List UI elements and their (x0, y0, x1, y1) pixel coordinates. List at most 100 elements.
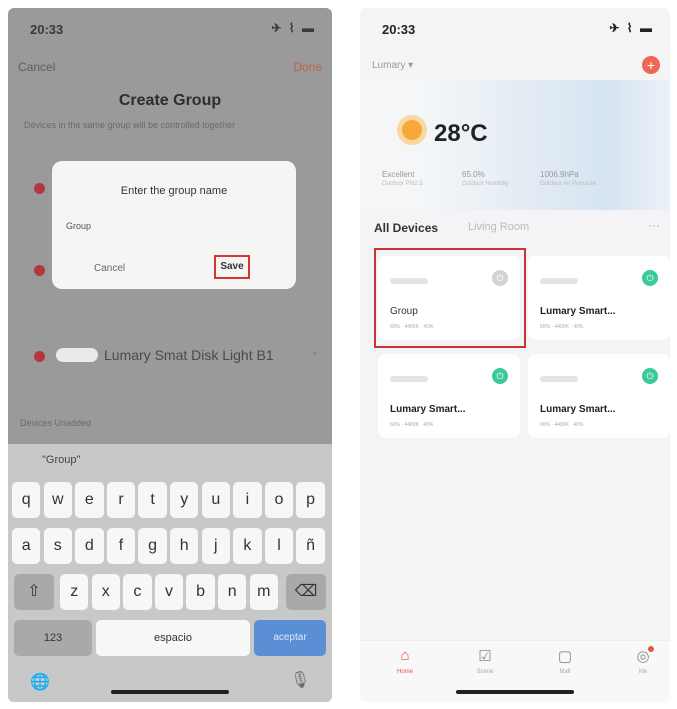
key-q[interactable]: q (12, 482, 41, 518)
add-device-button[interactable]: + (642, 56, 660, 74)
cancel-button[interactable]: Cancel (18, 60, 55, 74)
device-card[interactable]: ⏻ Lumary Smart... 60% · 4400K · 40% (528, 354, 670, 438)
status-icons: ✈ ⌇ ▬ (271, 21, 316, 35)
device-card-name: Lumary Smart... (390, 404, 466, 415)
home-screen: 20:33 ✈ ⌇ ▬ Lumary ▾ + 28°C Excellent Ou… (360, 8, 670, 702)
remove-device-icon[interactable] (34, 183, 45, 194)
key-k[interactable]: k (233, 528, 262, 564)
weather-stat-value: 65.0% (462, 170, 485, 179)
key-ñ[interactable]: ñ (296, 528, 325, 564)
tab-me[interactable]: ◎ Me (618, 646, 668, 675)
status-time: 20:33 (382, 22, 416, 37)
key-e[interactable]: e (75, 482, 104, 518)
page-subtitle: Devices in the same group will be contro… (24, 120, 236, 130)
remove-device-icon[interactable] (34, 265, 45, 276)
device-card-info: 60% · 4400K · 40% (540, 324, 584, 330)
key-r[interactable]: r (106, 482, 136, 518)
nav-bar: Cancel Done (18, 60, 322, 74)
key-u[interactable]: u (201, 482, 230, 518)
key-f[interactable]: f (106, 528, 136, 564)
key-l[interactable]: l (264, 528, 294, 564)
create-group-screen: 20:33 ✈ ⌇ ▬ Cancel Done Create Group Dev… (8, 8, 332, 702)
dialog-title: Enter the group name (120, 185, 228, 197)
key-v[interactable]: v (154, 574, 184, 610)
device-icon (56, 348, 98, 362)
key-j[interactable]: j (201, 528, 230, 564)
weather-stat-value: 1006.9hPa (540, 170, 579, 179)
key-n[interactable]: n (218, 574, 247, 610)
temperature: 28°C (434, 120, 488, 147)
key-o[interactable]: o (264, 482, 294, 518)
device-card[interactable]: ⏻ Lumary Smart... 60% · 4400K · 40% (528, 256, 670, 340)
tab-living-room[interactable]: Living Room (468, 221, 529, 233)
key-s[interactable]: s (43, 528, 72, 564)
weather-stat-value: Excellent (382, 170, 415, 179)
key-a[interactable]: a (12, 528, 41, 564)
key-h[interactable]: h (170, 528, 199, 564)
more-icon[interactable]: ··· (648, 218, 660, 232)
device-card-info: 60% · 4400K · 40% (540, 422, 584, 428)
tab-label: Me (638, 669, 648, 675)
remove-device-icon[interactable] (34, 351, 45, 362)
keyboard: "Group" qwertyuiop asdfghjklñ zxcvbnm ⇧ … (8, 444, 332, 702)
tab-all-devices[interactable]: All Devices (374, 221, 438, 235)
weather-stat: 1006.9hPa Outdoor Air Pressure (540, 170, 596, 187)
scene-icon: ☑ (478, 648, 492, 665)
tab-mall[interactable]: ▢ Mall (540, 647, 590, 675)
weather-stat: Excellent Outdoor PM2.5 (382, 170, 423, 187)
status-time: 20:33 (30, 22, 64, 37)
delete-key[interactable]: ⌫ (286, 574, 326, 610)
home-indicator (456, 690, 574, 694)
power-icon[interactable]: ⏻ (642, 270, 658, 286)
device-row[interactable]: Lumary Smat Disk Light B1 + (34, 343, 324, 369)
device-card[interactable]: ⏻ Lumary Smart... 60% · 4400K · 40% (378, 354, 520, 438)
me-icon: ◎ (636, 648, 650, 665)
key-m[interactable]: m (249, 574, 278, 610)
status-bar: 20:33 ✈ ⌇ ▬ (360, 8, 670, 48)
key-z[interactable]: z (60, 574, 89, 610)
shift-key[interactable]: ⇧ (14, 574, 54, 610)
keyboard-suggestion[interactable]: "Group" (42, 454, 80, 466)
status-bar: 20:33 ✈ ⌇ ▬ (8, 8, 332, 48)
tab-label: Mall (559, 669, 571, 675)
power-icon[interactable]: ⏻ (642, 368, 658, 384)
key-b[interactable]: b (186, 574, 215, 610)
notification-badge (648, 646, 654, 652)
dialog-cancel-button[interactable]: Cancel (94, 263, 125, 274)
plus-icon: + (312, 349, 318, 360)
space-key[interactable]: espacio (96, 620, 250, 656)
return-key[interactable]: aceptar (254, 620, 326, 656)
key-t[interactable]: t (138, 482, 167, 518)
home-icon: ⌂ (400, 647, 410, 664)
key-d[interactable]: d (75, 528, 104, 564)
sun-icon (402, 120, 422, 140)
microphone-icon[interactable]: 🎙 (290, 670, 310, 690)
device-card-name: Lumary Smart... (540, 306, 616, 317)
key-x[interactable]: x (91, 574, 120, 610)
device-card-info: 60% · 4400K · 40% (390, 422, 434, 428)
dialog-save-button[interactable]: Save (214, 255, 250, 279)
group-name-field[interactable]: Group (66, 221, 91, 231)
done-button[interactable]: Done (293, 60, 322, 74)
numbers-key[interactable]: 123 (14, 620, 92, 656)
home-indicator (111, 690, 229, 694)
key-w[interactable]: w (43, 482, 72, 518)
key-i[interactable]: i (233, 482, 262, 518)
key-g[interactable]: g (138, 528, 167, 564)
power-icon[interactable]: ⏻ (492, 368, 508, 384)
tab-scene[interactable]: ☑ Scene (460, 647, 510, 675)
home-selector[interactable]: Lumary ▾ (372, 60, 413, 71)
globe-icon[interactable]: 🌐 (30, 672, 50, 692)
tab-home[interactable]: ⌂ Home (380, 647, 430, 675)
weather-stat: 65.0% Outdoor Humidity (462, 170, 509, 187)
device-icon (390, 376, 428, 382)
bottom-tab-bar: ⌂ Home ☑ Scene ▢ Mall ◎ Me (360, 640, 670, 702)
page-title: Create Group (118, 92, 222, 109)
key-p[interactable]: p (296, 482, 325, 518)
tab-label: Scene (476, 669, 494, 675)
key-y[interactable]: y (170, 482, 199, 518)
group-name-dialog: Enter the group name Group Cancel Save (52, 161, 296, 289)
key-c[interactable]: c (123, 574, 152, 610)
unadded-header: Devices Unadded (20, 418, 92, 428)
weather-stat-label: Outdoor Air Pressure (540, 181, 597, 187)
